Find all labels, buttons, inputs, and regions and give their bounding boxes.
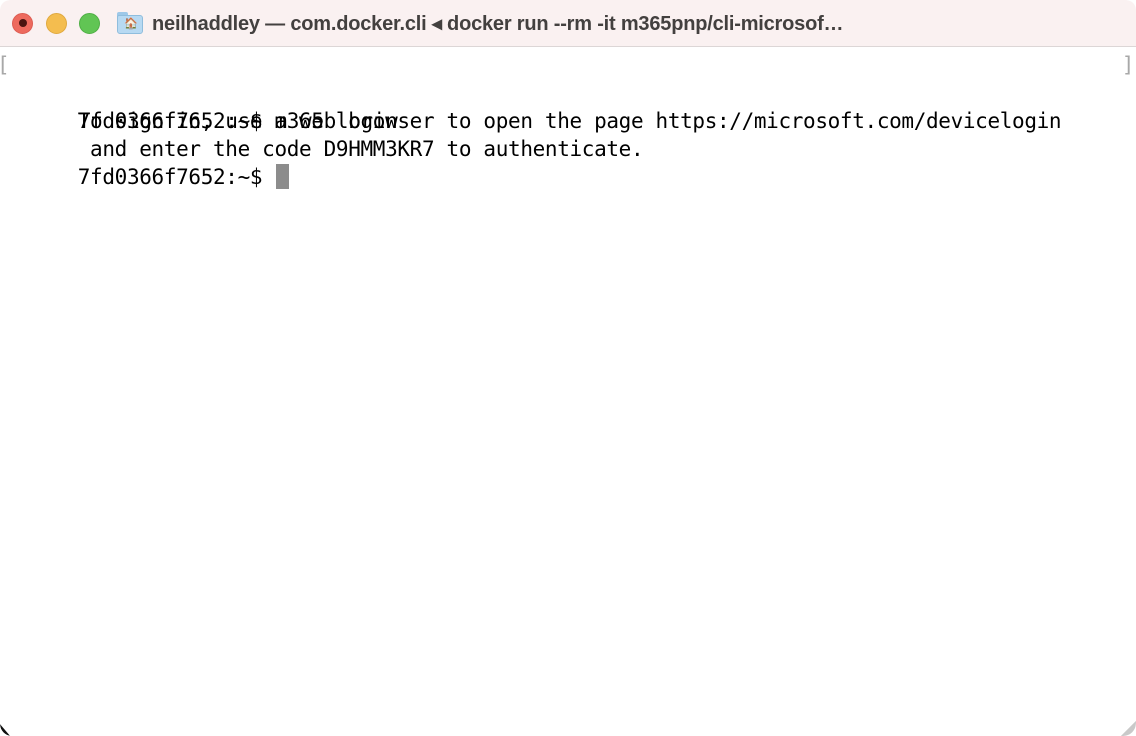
minimize-button[interactable] xyxy=(45,12,67,34)
terminal-output-area[interactable]: [ 7fd0366f7652:~$ m365 login ] To sign i… xyxy=(0,47,1136,736)
close-button[interactable] xyxy=(12,12,33,34)
house-glyph-icon: 🏠 xyxy=(124,18,138,30)
maximize-button[interactable] xyxy=(79,12,100,34)
home-folder-icon: 🏠 xyxy=(117,12,143,34)
text-cursor[interactable] xyxy=(276,164,290,189)
terminal-window: 🏠 neilhaddley — com.docker.cli ◂ docker … xyxy=(0,0,1136,736)
terminal-line-2: To sign in, use a web browser to open th… xyxy=(0,79,1136,133)
terminal-line-1: [ 7fd0366f7652:~$ m365 login ] xyxy=(0,51,1136,133)
terminal-line-3: and enter the code D9HMM3KR7 to authenti… xyxy=(0,107,1136,161)
window-titlebar[interactable]: 🏠 neilhaddley — com.docker.cli ◂ docker … xyxy=(0,0,1136,47)
window-title: neilhaddley — com.docker.cli ◂ docker ru… xyxy=(152,12,844,35)
shell-prompt: 7fd0366f7652:~$ xyxy=(77,165,275,189)
traffic-light-group xyxy=(0,12,100,34)
prompt-mark-close-bracket: ] xyxy=(1121,53,1135,77)
prompt-mark-open-bracket: [ xyxy=(0,51,10,79)
terminal-current-prompt-line[interactable]: 7fd0366f7652:~$ xyxy=(0,135,1136,189)
